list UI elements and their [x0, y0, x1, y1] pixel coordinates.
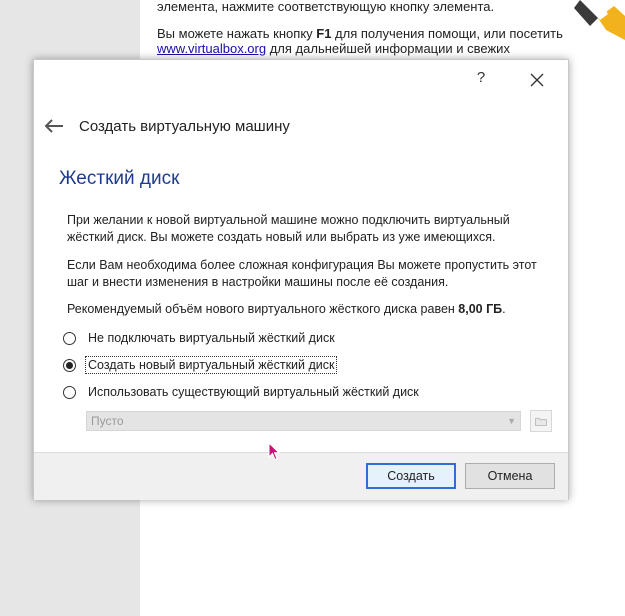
close-icon[interactable]: [526, 69, 548, 91]
create-vm-dialog: ? Создать виртуальную машину Жесткий дис…: [33, 59, 569, 500]
option-existing-disk-label[interactable]: Использовать существующий виртуальный жё…: [86, 384, 421, 400]
existing-disk-select[interactable]: Пусто ▼: [86, 411, 521, 431]
advanced-paragraph: Если Вам необходима более сложная конфиг…: [67, 258, 537, 289]
folder-icon[interactable]: [530, 410, 552, 432]
mouse-cursor-icon: [268, 442, 281, 461]
recommended-size-value: 8,00 ГБ: [458, 302, 503, 316]
help-text-line-2: Вы можете нажать кнопку F1 для получения…: [157, 26, 563, 41]
help-key: F1: [316, 26, 332, 41]
chevron-down-icon: ▼: [507, 416, 516, 426]
page-title: Жесткий диск: [59, 168, 180, 189]
option-create-disk-label[interactable]: Создать новый виртуальный жёсткий диск: [84, 356, 338, 374]
help-text-line-1: элемента, нажмите соответствующую кнопку…: [157, 0, 495, 14]
radio-create-disk[interactable]: [63, 358, 76, 372]
option-create-disk[interactable]: Создать новый виртуальный жёсткий диск: [63, 355, 338, 375]
option-no-disk[interactable]: Не подключать виртуальный жёсткий диск: [63, 328, 337, 348]
recommended-size-text: Рекомендуемый объём нового виртуального …: [67, 302, 506, 316]
radio-existing-disk[interactable]: [63, 385, 76, 399]
dialog-footer: Создать Отмена: [34, 452, 568, 500]
help-text-line-3: www.virtualbox.org для дальнейшей информ…: [157, 41, 510, 56]
virtualbox-mascot-icon: [574, 0, 625, 40]
back-arrow-icon[interactable]: [43, 117, 65, 135]
intro-paragraph: При желании к новой виртуальной машине м…: [67, 213, 510, 244]
cancel-button[interactable]: Отмена: [465, 463, 555, 489]
help-button[interactable]: ?: [474, 69, 488, 89]
option-no-disk-label[interactable]: Не подключать виртуальный жёсткий диск: [86, 330, 337, 346]
wizard-title: Создать виртуальную машину: [79, 118, 290, 135]
create-button[interactable]: Создать: [366, 463, 456, 489]
radio-no-disk[interactable]: [63, 331, 76, 345]
existing-disk-select-value: Пусто: [91, 414, 124, 428]
option-existing-disk[interactable]: Использовать существующий виртуальный жё…: [63, 382, 421, 402]
virtualbox-link[interactable]: www.virtualbox.org: [157, 41, 266, 56]
